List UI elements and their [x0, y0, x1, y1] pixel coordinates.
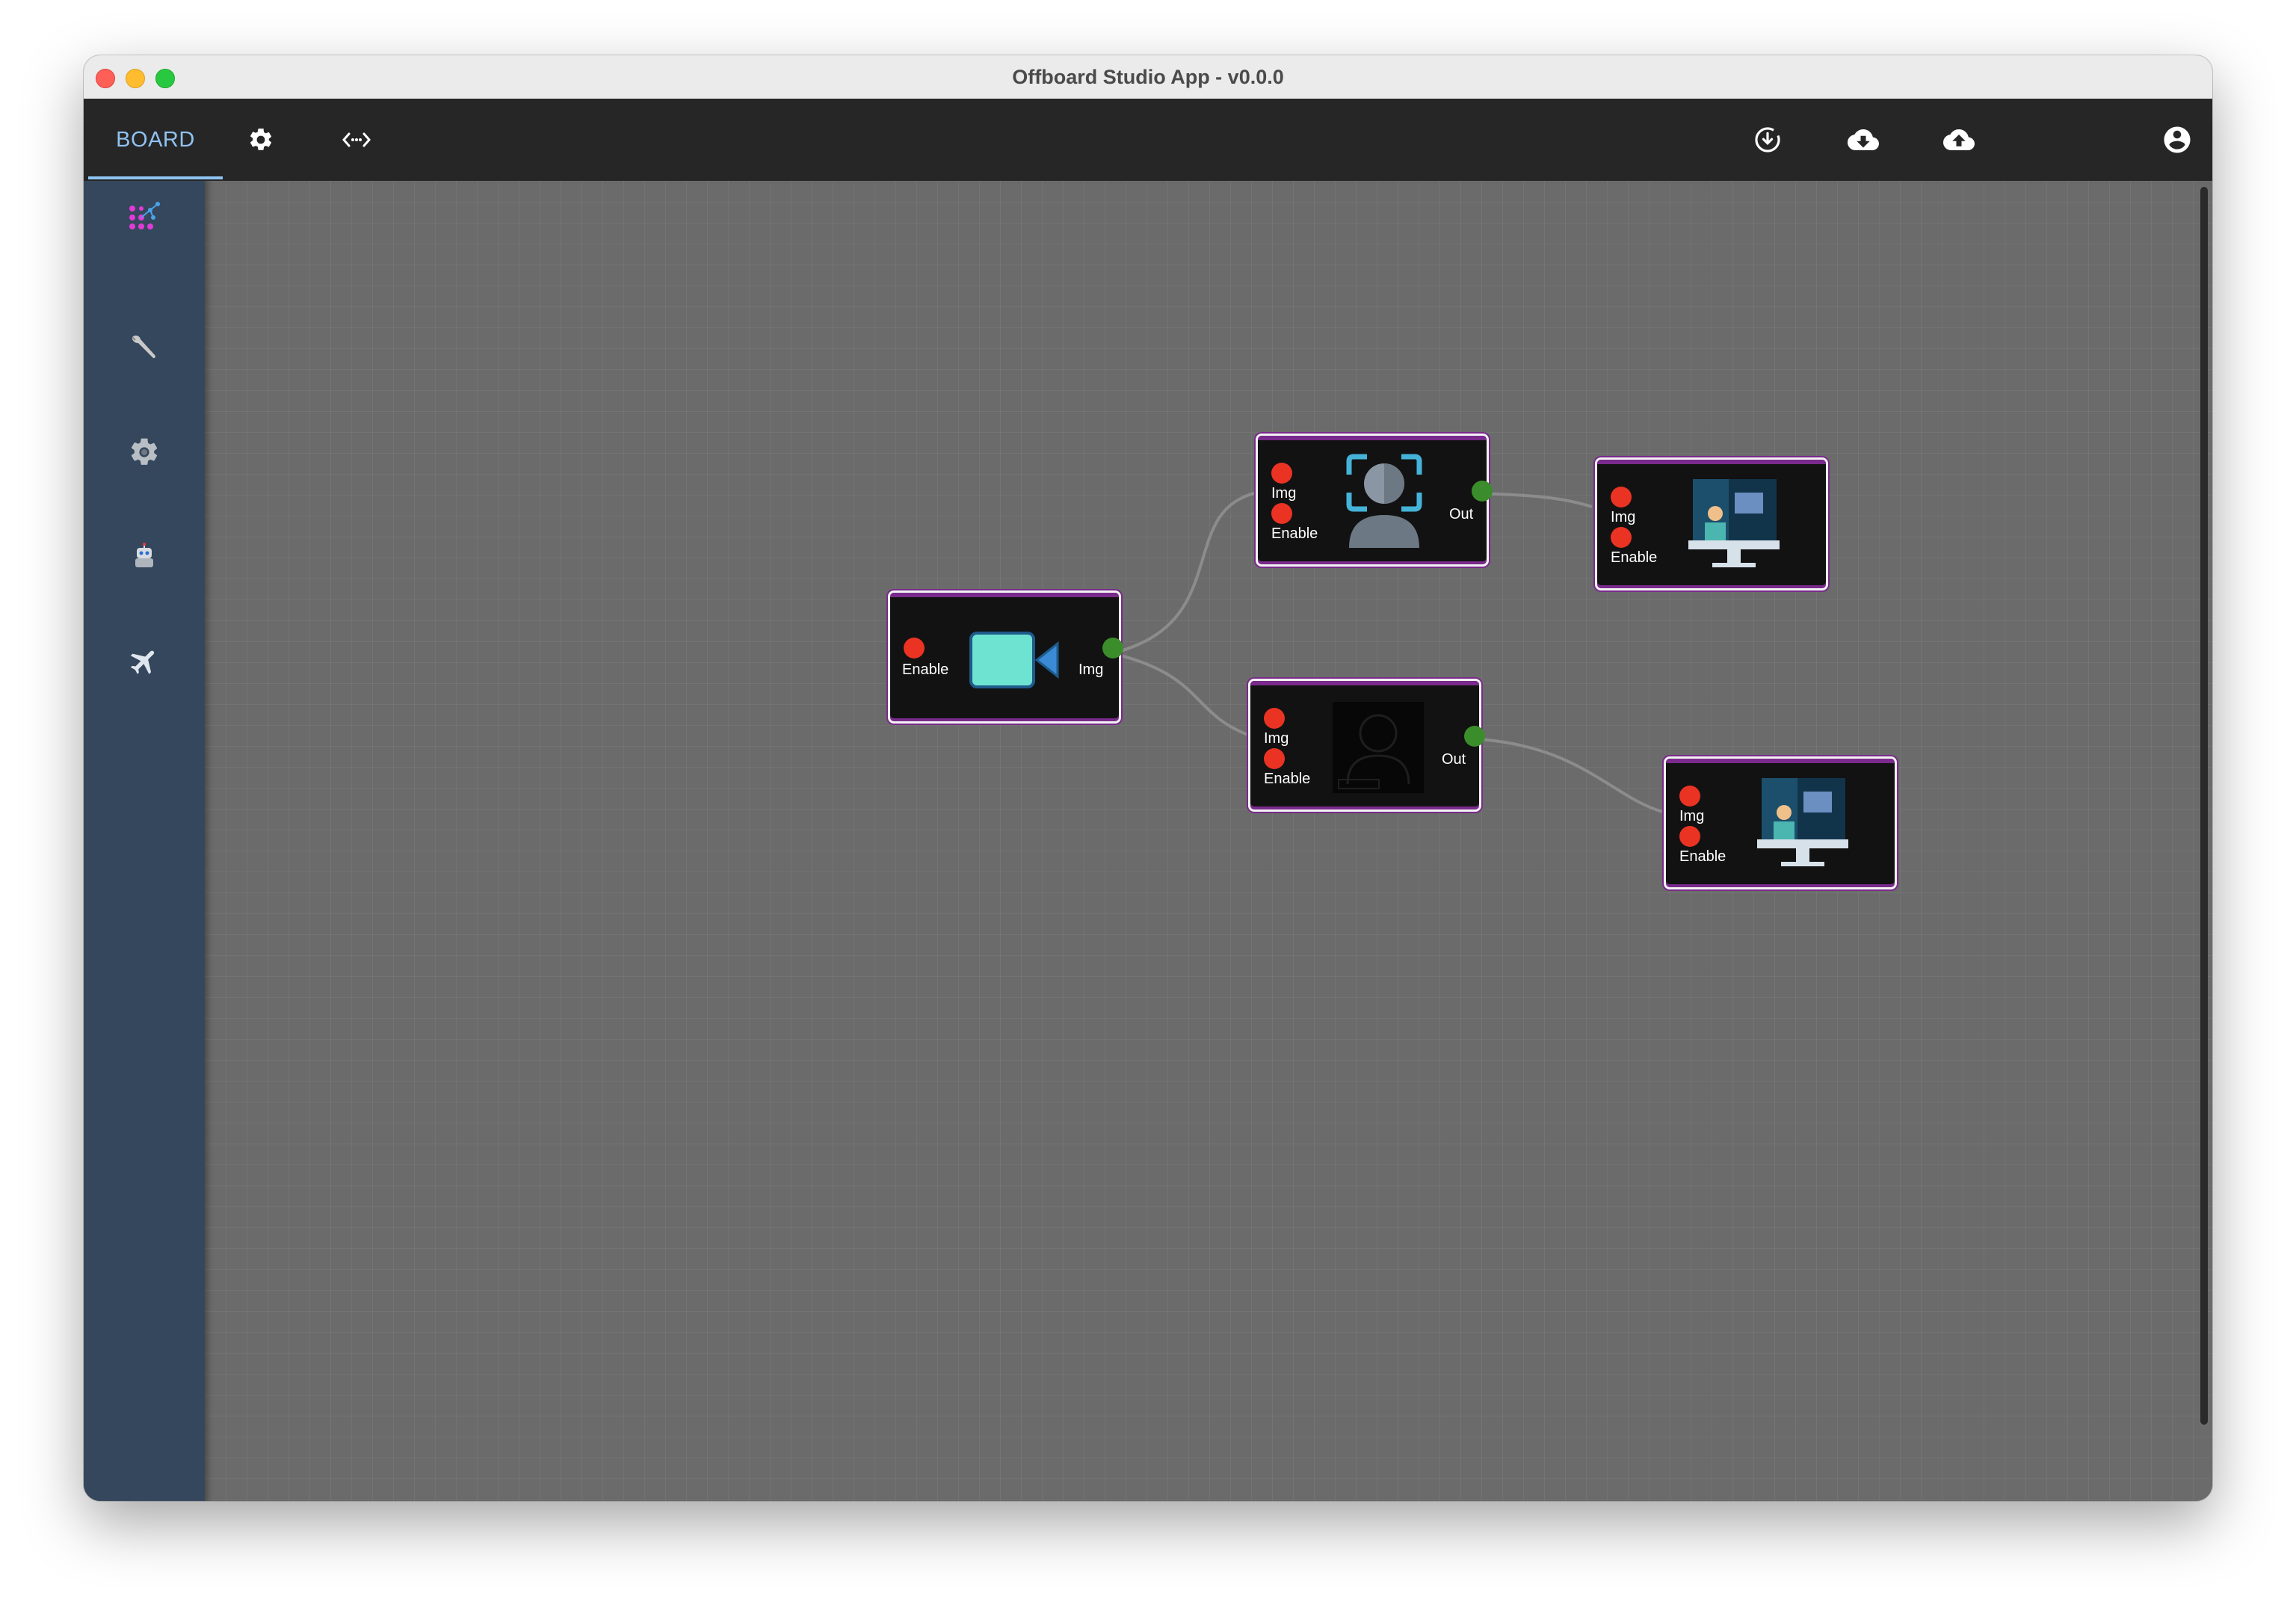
port-label: Img [1264, 730, 1289, 747]
canvas-scrollbar[interactable] [2200, 187, 2208, 1425]
port-enable-input[interactable] [1271, 503, 1292, 524]
port-label: Enable [1679, 848, 1726, 865]
node-display-2[interactable]: Img Enable [1664, 756, 1897, 889]
settings-gear-icon[interactable] [242, 121, 280, 158]
board-canvas[interactable] [205, 181, 2212, 1501]
robot-icon[interactable] [124, 537, 164, 577]
face-recognition-icon [1345, 454, 1424, 552]
node-display-1[interactable]: Img Enable [1595, 457, 1828, 590]
left-sidebar [84, 181, 205, 1501]
port-img-input[interactable] [1271, 463, 1292, 484]
tab-board[interactable]: BOARD [88, 99, 223, 181]
title-bar: Offboard Studio App - v0.0.0 [84, 55, 2212, 99]
network-graph-icon[interactable] [124, 197, 164, 238]
port-img-input[interactable] [1264, 708, 1285, 729]
gear-icon[interactable] [124, 432, 164, 472]
port-img-output[interactable] [1102, 638, 1123, 659]
video-camera-icon [969, 630, 1061, 694]
download-circle-icon[interactable] [1749, 121, 1786, 158]
monitor-display-icon [1756, 777, 1850, 875]
port-label: Img [1078, 661, 1104, 678]
port-label: Enable [902, 661, 949, 678]
port-label: Img [1611, 509, 1636, 525]
cloud-download-icon[interactable] [1845, 121, 1882, 158]
top-toolbar: BOARD [84, 99, 2212, 181]
port-label: Enable [1271, 525, 1318, 542]
airplane-icon[interactable] [124, 641, 164, 682]
port-enable-input[interactable] [1264, 748, 1285, 769]
port-label: Enable [1264, 771, 1311, 787]
node-face-detector[interactable]: Img Enable Out [1256, 434, 1493, 567]
port-label: Out [1442, 751, 1466, 768]
port-label: Img [1271, 485, 1297, 502]
port-enable-input[interactable] [1679, 826, 1700, 847]
port-label: Out [1449, 506, 1474, 522]
node-camera[interactable]: Enable Img [888, 590, 1123, 724]
account-icon[interactable] [2158, 121, 2196, 158]
window-title: Offboard Studio App - v0.0.0 [1012, 66, 1284, 88]
node-face-mask[interactable]: Img Enable Out [1248, 679, 1485, 812]
code-arrows-icon[interactable] [338, 121, 375, 158]
port-enable-input[interactable] [904, 638, 925, 659]
port-enable-input[interactable] [1611, 527, 1632, 548]
port-out-output[interactable] [1464, 726, 1485, 747]
port-label: Img [1679, 808, 1705, 824]
port-out-output[interactable] [1472, 481, 1493, 502]
person-silhouette-icon [1333, 702, 1424, 797]
monitor-display-icon [1687, 478, 1781, 576]
port-img-input[interactable] [1611, 487, 1632, 508]
app-window: Offboard Studio App - v0.0.0 BOARD Enabl… [84, 55, 2212, 1501]
port-label: Enable [1611, 549, 1658, 566]
cloud-upload-icon[interactable] [1940, 121, 1978, 158]
port-img-input[interactable] [1679, 786, 1700, 806]
tab-board-indicator [88, 176, 223, 179]
wrench-icon[interactable] [124, 327, 164, 368]
